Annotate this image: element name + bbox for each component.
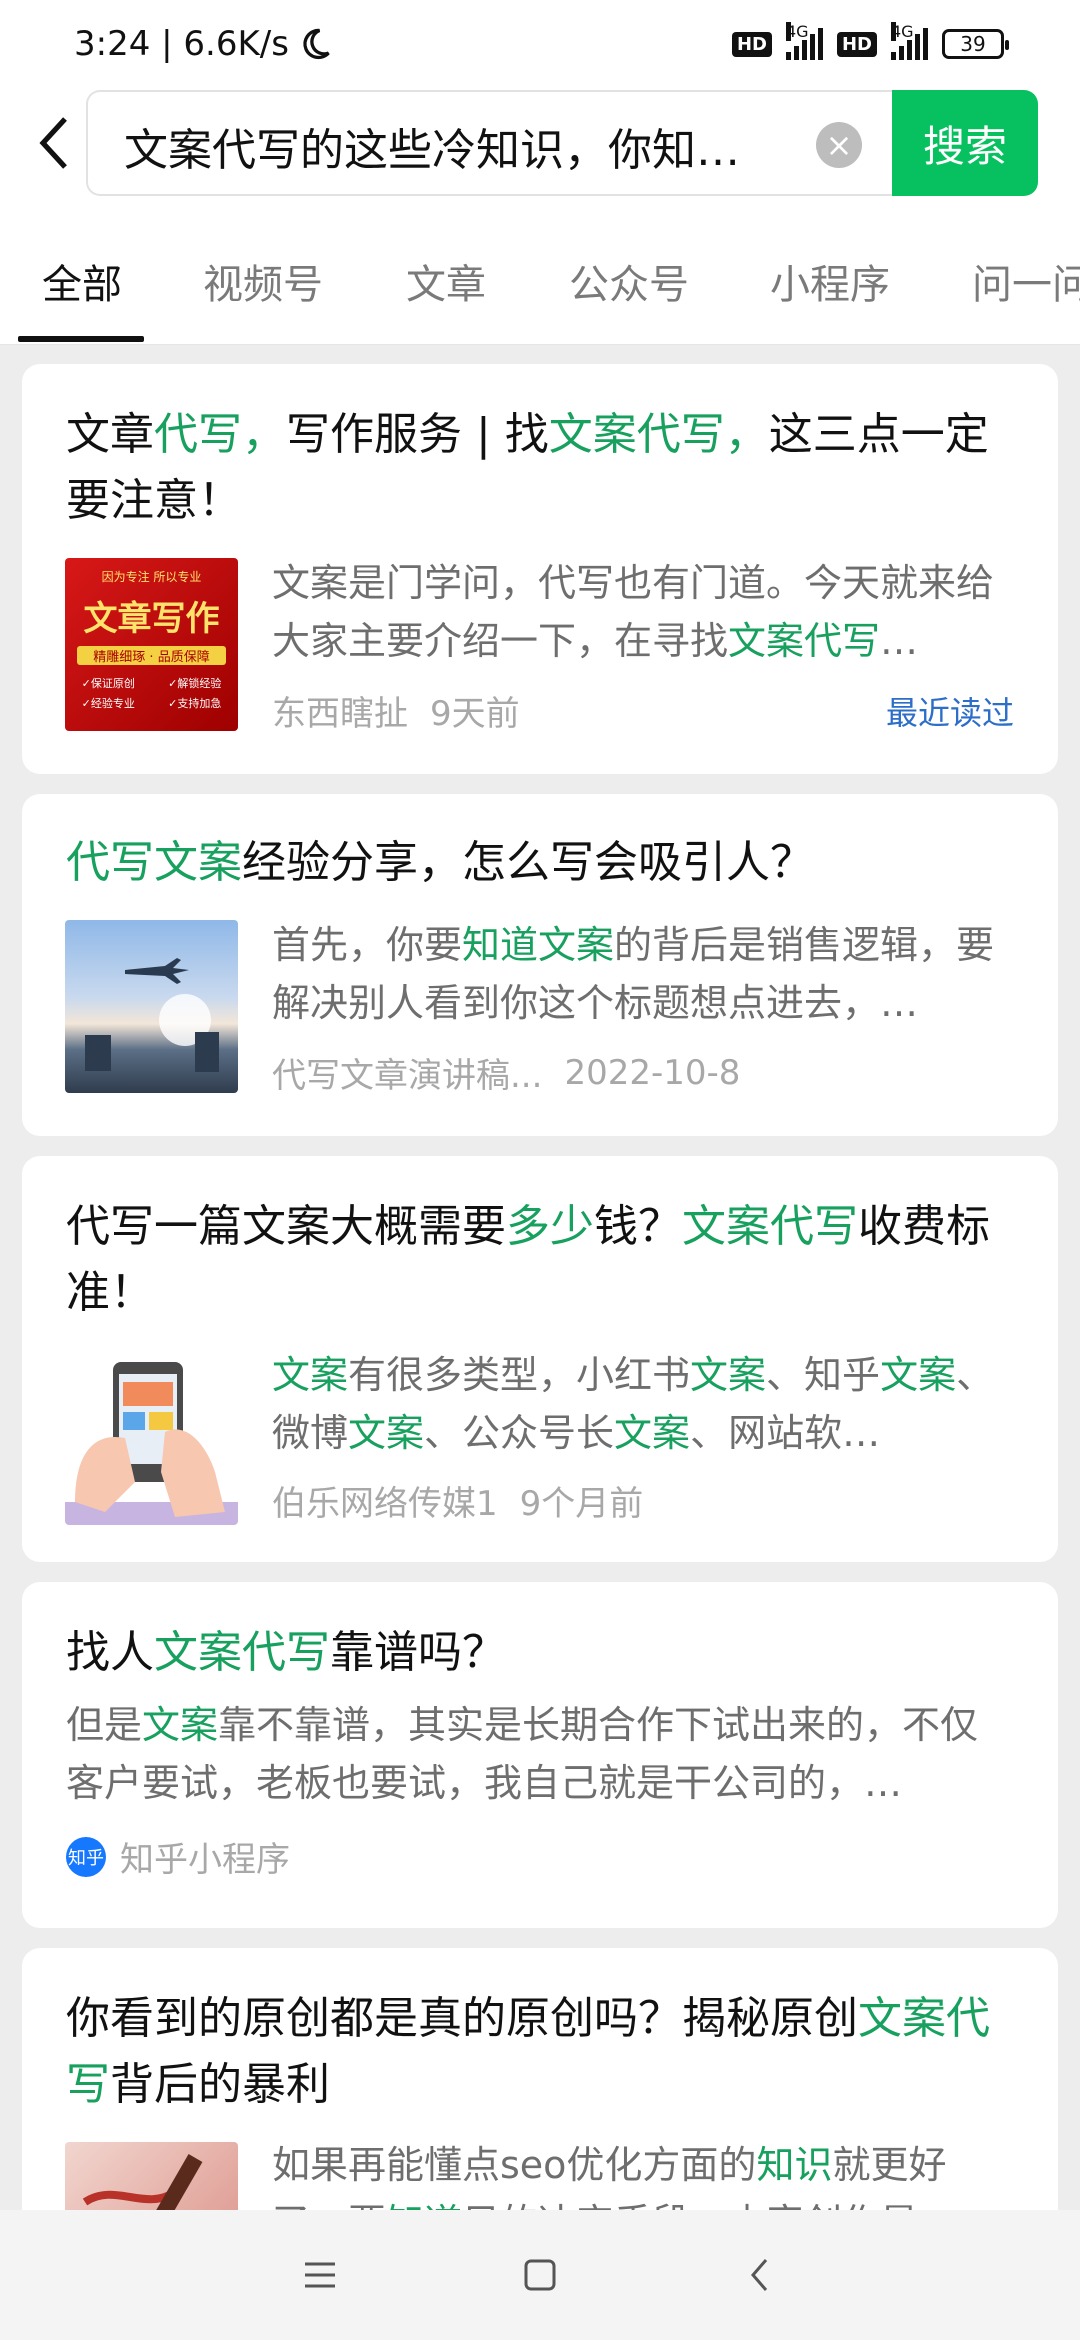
- result-snippet: 首先，你要知道文案的背后是销售逻辑，要解决别人看到你这个标题想点进去，…: [272, 923, 995, 1025]
- result-time: 9个月前: [519, 1484, 644, 1524]
- results-list: 文章代写，写作服务 | 找文案代写，这三点一定要注意！ 因为专注 所以专业 文章…: [0, 344, 1080, 2210]
- status-time: 3:24 | 6.6K/s: [74, 24, 289, 64]
- result-title: 找人文案代写靠谱吗？: [66, 1627, 506, 1678]
- tab-official-accounts[interactable]: 公众号: [569, 252, 689, 310]
- menu-icon: [305, 2262, 335, 2288]
- result-snippet: 如果再能懂点seo优化方面的知识就更好了，要知道目的决定手段，内容创作是…: [272, 2143, 956, 2210]
- result-meta: 伯乐网络传媒1 9个月前: [272, 1476, 643, 1525]
- system-nav-bar: [0, 2210, 1080, 2340]
- tab-channels[interactable]: 视频号: [203, 252, 323, 310]
- result-card[interactable]: 找人文案代写靠谱吗？ 但是文案靠不靠谱，其实是长期合作下试出来的，不仅客户要试，…: [22, 1582, 1058, 1928]
- tab-ask[interactable]: 问一问: [972, 252, 1080, 310]
- result-meta: 知乎 知乎小程序: [66, 1832, 290, 1881]
- tab-underline: [18, 336, 144, 342]
- result-snippet: 文案有很多类型，小红书文案、知乎文案、微博文案、公众号长文案、网站软…: [272, 1353, 995, 1455]
- search-bar: 文案代写的这些冷知识，你知… × 搜索: [0, 88, 1080, 216]
- thumbnail: [65, 1352, 238, 1525]
- hd-badge: HD: [731, 31, 772, 57]
- home-square-icon: [524, 2259, 556, 2291]
- result-card[interactable]: 文章代写，写作服务 | 找文案代写，这三点一定要注意！ 因为专注 所以专业 文章…: [22, 364, 1058, 774]
- result-title: 文章代写，写作服务 | 找文案代写，这三点一定要注意！: [66, 409, 989, 526]
- result-meta: 东西瞎扯 9天前: [272, 686, 520, 735]
- result-snippet: 但是文案靠不靠谱，其实是长期合作下试出来的，不仅客户要试，老板也要试，我自己就是…: [66, 1703, 979, 1805]
- back-button[interactable]: [20, 108, 90, 178]
- thumbnail: 因为专注 所以专业 文章写作 精雕细琢 · 品质保障 ✓保证原创 ✓解锁经验 ✓经…: [65, 558, 238, 731]
- result-source: 伯乐网络传媒1: [272, 1484, 498, 1524]
- result-snippet: 文案是门学问，代写也有门道。今天就来给大家主要介绍一下，在寻找文案代写…: [272, 561, 995, 663]
- result-title: 代写文案经验分享，怎么写会吸引人？: [66, 837, 814, 888]
- result-meta: 代写文章演讲稿... 2022-10-8: [272, 1048, 740, 1097]
- recently-read-tag: 最近读过: [885, 694, 1014, 732]
- result-card[interactable]: 代写一篇文案大概需要多少钱？文案代写收费标准！ 文案有很多类型，小红书文案、知乎…: [22, 1156, 1058, 1562]
- tab-all[interactable]: 全部: [42, 252, 122, 310]
- nav-back-button[interactable]: [735, 2250, 785, 2300]
- battery-level: 39: [960, 32, 986, 56]
- home-button[interactable]: [515, 2250, 565, 2300]
- result-source: 知乎小程序: [120, 1840, 290, 1880]
- zhihu-logo-icon: 知乎: [66, 1836, 106, 1877]
- result-source: 代写文章演讲稿...: [272, 1056, 543, 1096]
- result-card[interactable]: 代写文案经验分享，怎么写会吸引人？ 首先，你要知道文案的背后是销售逻辑，要解决别…: [22, 794, 1058, 1136]
- result-time: 2022-10-8: [564, 1052, 741, 1093]
- result-source: 东西瞎扯: [272, 694, 408, 734]
- thumbnail: [65, 920, 238, 1093]
- calligraphy-icon: [82, 2154, 203, 2210]
- clear-icon[interactable]: ×: [816, 122, 862, 168]
- search-input[interactable]: 文案代写的这些冷知识，你知… ×: [86, 90, 892, 196]
- result-title: 代写一篇文案大概需要多少钱？文案代写收费标准！: [66, 1201, 990, 1318]
- hd-badge-2: HD: [836, 31, 877, 57]
- search-button[interactable]: 搜索: [892, 90, 1038, 196]
- chevron-left-icon: [751, 2259, 768, 2291]
- phone-hand-icon: [65, 1362, 238, 1525]
- airplane-icon: [85, 958, 219, 1072]
- tab-mini-programs[interactable]: 小程序: [770, 252, 890, 310]
- thumbnail: [65, 2142, 238, 2210]
- search-query: 文案代写的这些冷知识，你知…: [124, 125, 740, 176]
- menu-button[interactable]: [295, 2250, 345, 2300]
- battery-icon: 39: [942, 29, 1009, 59]
- result-card[interactable]: 你看到的原创都是真的原创吗？揭秘原创文案代写背后的暴利 如果再能懂点seo优化方…: [22, 1948, 1058, 2210]
- status-bar: 3:24 | 6.6K/s HD 4G HD 4G 39: [0, 0, 1080, 88]
- category-tabs: 全部 视频号 文章 公众号 小程序 问一问: [0, 216, 1080, 345]
- result-title: 你看到的原创都是真的原创吗？揭秘原创文案代写背后的暴利: [66, 1993, 990, 2110]
- moon-icon: [303, 28, 330, 60]
- chevron-left-icon: [39, 117, 67, 169]
- tab-articles[interactable]: 文章: [406, 252, 486, 310]
- signal-icon: 4G: [785, 22, 823, 60]
- result-time: 9天前: [430, 694, 520, 734]
- signal-icon-2: 4G: [891, 22, 928, 60]
